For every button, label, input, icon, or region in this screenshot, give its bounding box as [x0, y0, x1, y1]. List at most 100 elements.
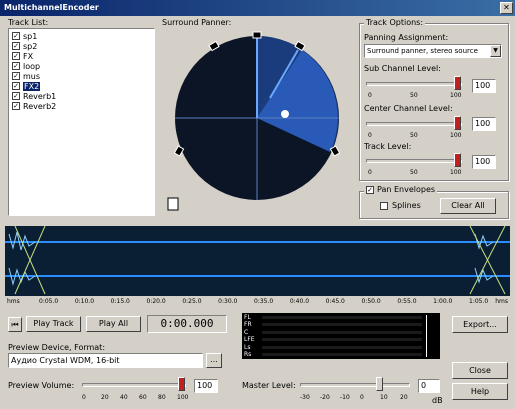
meter-channel-row: C [242, 329, 440, 336]
track-item[interactable]: ✓ mus [9, 71, 154, 81]
track-checkbox[interactable]: ✓ [12, 82, 20, 90]
skip-to-start-icon[interactable]: ⏮ [8, 317, 22, 332]
preview-volume-slider[interactable]: 0 20 40 60 80 100 [82, 377, 188, 405]
preview-volume-track [82, 383, 186, 387]
center-channel-label: Center Channel Level: [364, 104, 453, 113]
master-level-thumb[interactable] [376, 377, 383, 391]
pan-envelopes-checkbox[interactable]: ✓ Pan Envelopes [364, 185, 438, 194]
meter-channel-label: FR [244, 321, 252, 329]
track-name: sp1 [23, 31, 38, 41]
clear-all-button[interactable]: Clear All [440, 198, 496, 214]
preview-device-label: Preview Device, Format: [8, 343, 106, 352]
master-level-tick: 0 [360, 394, 364, 401]
master-level-tick: 20 [400, 394, 408, 401]
track-checkbox[interactable]: ✓ [12, 32, 20, 40]
preview-volume-value[interactable]: 100 [194, 379, 218, 393]
sub-tick-0: 0 [368, 92, 372, 99]
center-channel-slider[interactable]: 0 50 100 [366, 116, 466, 139]
track-level-slider[interactable]: 0 50 100 [366, 153, 466, 176]
track-item[interactable]: ✓ FX2 [9, 81, 154, 91]
track-checkbox[interactable]: ✓ [12, 102, 20, 110]
track-item[interactable]: ✓ Reverb2 [9, 101, 154, 111]
track-item[interactable]: ✓ sp1 [9, 31, 154, 41]
meter-channel-row: LFE [242, 336, 440, 343]
center-slider-thumb[interactable] [454, 116, 461, 130]
track-item[interactable]: ✓ FX [9, 51, 154, 61]
master-level-label: Master Level: [242, 381, 296, 390]
help-button[interactable]: Help [452, 383, 508, 400]
preview-volume-tick: 80 [158, 394, 166, 401]
panning-assignment-label: Panning Assignment: [364, 33, 449, 42]
title-bar: MultichannelEncoder [0, 0, 515, 16]
track-item[interactable]: ✓ Reverb1 [9, 91, 154, 101]
pan-envelopes-label: Pan Envelopes [377, 185, 436, 194]
master-level-tick: -20 [320, 394, 330, 401]
track-level-slider-thumb[interactable] [454, 153, 461, 167]
speaker-center-icon [252, 31, 262, 39]
close-button[interactable]: Close [452, 362, 508, 379]
track-list[interactable]: ✓ sp1 ✓ sp2 ✓ FX ✓ loop ✓ mus ✓ FX2 ✓ Reverb1 ✓ Reverb2 [8, 28, 155, 216]
sub-slider-thumb[interactable] [454, 76, 461, 90]
timeline-tick: 0:05.0 [39, 298, 59, 305]
waveform-graphic[interactable] [5, 225, 510, 296]
sub-channel-value[interactable]: 100 [472, 79, 496, 93]
panning-assignment-value: Surround panner, stereo source [367, 47, 478, 55]
timeline-tick: 0:10.0 [74, 298, 95, 305]
track-name: mus [23, 71, 41, 81]
surround-panner[interactable] [160, 28, 354, 216]
track-item[interactable]: ✓ loop [9, 61, 154, 71]
sub-channel-slider[interactable]: 0 50 100 [366, 76, 466, 99]
splines-checkbox[interactable]: Splines [380, 201, 421, 210]
meter-channel-label: LFE [244, 336, 255, 344]
play-track-button[interactable]: Play Track [26, 316, 81, 332]
chevron-down-icon[interactable]: ▼ [490, 45, 501, 57]
meter-channel-bar [262, 353, 422, 356]
track-checkbox[interactable]: ✓ [12, 92, 20, 100]
browse-device-button[interactable]: ... [206, 353, 222, 368]
meter-peak-line [426, 315, 427, 357]
pan-envelopes-check[interactable]: ✓ [366, 185, 374, 194]
track-level-tick-50: 50 [410, 169, 418, 176]
master-level-slider[interactable]: -30 -20 -10 0 10 20 [300, 377, 412, 405]
timeline-start-unit: hms [7, 298, 20, 305]
track-list-label: Track List: [8, 18, 49, 27]
meter-channel-row: Rs [242, 351, 440, 358]
meter-channel-bar [262, 338, 422, 342]
timeline-tick: 0:45.0 [325, 298, 345, 305]
preview-volume-tick: 60 [139, 394, 147, 401]
panning-assignment-select[interactable]: Surround panner, stereo source ▼ [364, 44, 502, 58]
splines-check[interactable] [380, 201, 388, 210]
preview-device-field[interactable]: Аудио Crystal WDM, 16-bit [8, 353, 203, 368]
timeline-ruler[interactable]: hms 0:05.0 0:10.0 0:15.0 0:20.0 0:25.0 0:30.0… [5, 296, 510, 308]
meter-channel-bar [262, 316, 422, 319]
export-button[interactable]: Export... [452, 316, 508, 333]
preview-volume-thumb[interactable] [178, 377, 185, 391]
track-item[interactable]: ✓ sp2 [9, 41, 154, 51]
timeline-end-unit: hms [495, 298, 508, 305]
preview-volume-tick: 0 [82, 394, 86, 401]
master-level-value[interactable]: 0 [418, 379, 440, 393]
center-tick-100: 100 [450, 132, 462, 139]
track-checkbox[interactable]: ✓ [12, 52, 20, 60]
play-all-button[interactable]: Play All [86, 316, 141, 332]
waveform-view[interactable] [5, 225, 510, 296]
preview-volume-tick: 20 [101, 394, 109, 401]
track-checkbox[interactable]: ✓ [12, 62, 20, 70]
window-title: MultichannelEncoder [4, 3, 99, 12]
panner-graphic[interactable] [160, 28, 354, 216]
time-display: 0:00.000 [147, 315, 227, 333]
track-checkbox[interactable]: ✓ [12, 72, 20, 80]
track-name: FX [23, 51, 34, 61]
window-controls: ✕ [500, 2, 513, 14]
track-checkbox[interactable]: ✓ [12, 42, 20, 50]
splines-label: Splines [392, 201, 421, 210]
close-window-icon[interactable]: ✕ [500, 2, 513, 14]
timeline-tick: 0:35.0 [254, 298, 274, 305]
center-channel-value[interactable]: 100 [472, 117, 496, 131]
center-tick-0: 0 [368, 132, 372, 139]
master-level-unit: dB [432, 396, 443, 405]
timeline-tick: 1:00.0 [433, 298, 453, 305]
track-level-value[interactable]: 100 [472, 155, 496, 169]
track-name: FX2 [23, 81, 41, 91]
preview-volume-tick: 40 [120, 394, 128, 401]
